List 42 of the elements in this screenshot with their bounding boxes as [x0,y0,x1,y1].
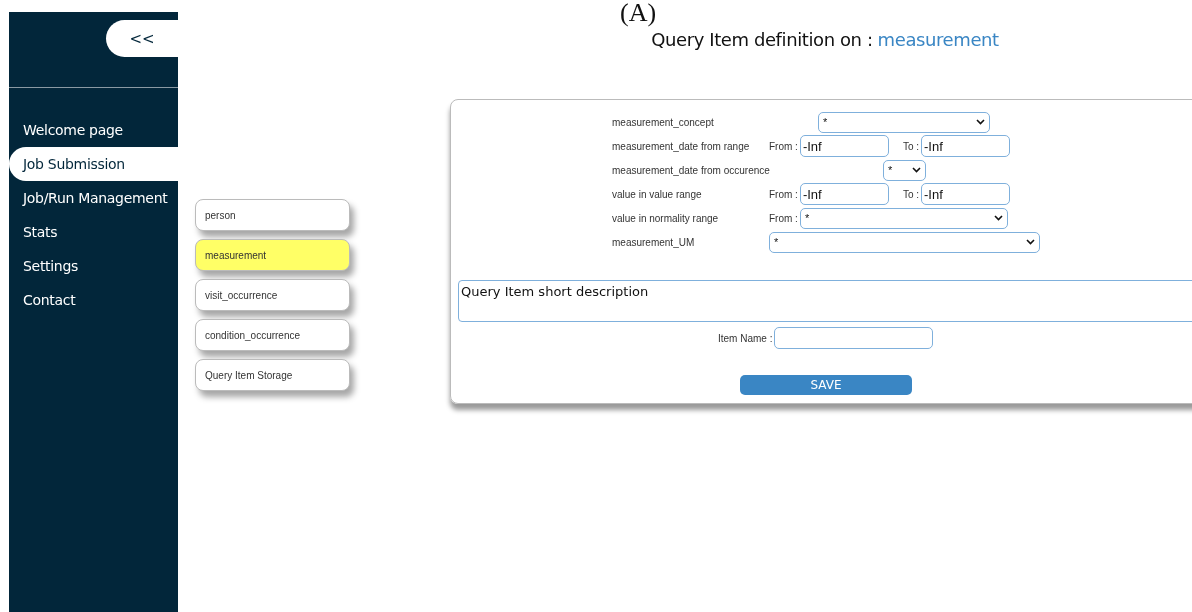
field-label: measurement_concept [612,116,715,128]
select-field[interactable]: * [883,159,926,181]
field-label: value in value range [612,188,703,200]
from-input[interactable]: -Inf [799,183,889,205]
nav-item[interactable]: Settings [9,249,178,283]
description-field[interactable]: Query Item short description [458,280,1192,322]
collapse-button[interactable]: << [106,20,178,57]
from-label: From : [769,188,798,200]
select-field[interactable]: * [769,231,1040,253]
field-label: value in normality range [612,212,720,224]
page-title: Query Item definition on : [651,29,873,50]
to-input[interactable]: -Inf [921,183,1010,205]
from-input[interactable]: -Inf [799,135,889,157]
to-label: To : [902,188,919,200]
item-name-label: Item Name : [718,332,773,344]
nav-item[interactable]: Welcome page [9,113,178,147]
to-label: To : [902,140,919,152]
chevron-down-icon [1026,239,1035,245]
chevron-down-icon [976,119,985,125]
chevron-down-icon [912,167,921,173]
to-input[interactable]: -Inf [921,135,1010,157]
nav-item[interactable]: Job/Run Management [9,181,178,215]
from-label: From : [769,212,798,224]
save-button[interactable]: SAVE [740,375,912,395]
chevron-down-icon [993,215,1003,221]
field-label: measurement_date from range [612,140,751,152]
select-field[interactable]: * [799,207,1008,229]
select-field[interactable]: * [818,111,990,133]
table-menu-item[interactable]: Query Item Storage [195,359,350,391]
table-menu-item[interactable]: condition_occurrence [195,319,350,351]
table-menu-item[interactable]: person [195,199,350,231]
table-menu-item[interactable]: measurement [195,239,350,271]
field-label: measurement_date from occurence [612,164,769,176]
entity-name: measurement [877,29,999,50]
table-menu-item[interactable]: visit_occurrence [195,279,350,311]
item-name-input[interactable] [774,327,934,349]
field-label: measurement_UM [612,236,696,248]
nav-item[interactable]: Contact [9,283,178,317]
panel-label: (A) [620,0,657,26]
nav-item[interactable]: Job Submission [9,147,178,181]
from-label: From : [769,140,798,152]
nav-item[interactable]: Stats [9,215,178,249]
